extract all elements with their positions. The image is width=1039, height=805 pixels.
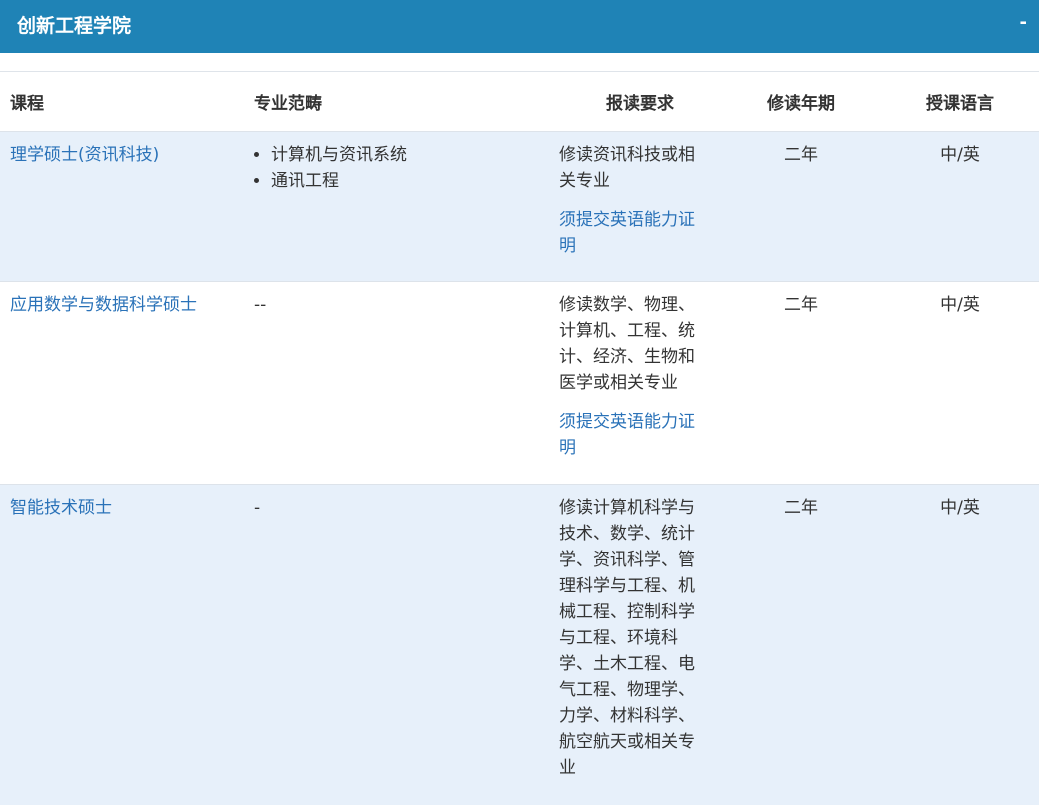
panel-header[interactable]: 创新工程学院 - — [0, 0, 1039, 53]
header-spacer — [0, 53, 1039, 72]
language-requirement-link[interactable]: 须提交英语能力证明 — [559, 409, 699, 461]
table-row: 理学硕士(资讯科技) 计算机与资讯系统 通讯工程 修读资讯科技或相关专业 须提交… — [0, 131, 1039, 282]
years-cell: 二年 — [721, 281, 881, 485]
language-cell: 中/英 — [881, 131, 1039, 282]
scope-cell: - — [244, 484, 549, 805]
course-link[interactable]: 应用数学与数据科学硕士 — [0, 281, 244, 485]
course-link[interactable]: 理学硕士(资讯科技) — [0, 131, 244, 282]
scope-cell: -- — [244, 281, 549, 485]
requirement-cell: 修读数学、物理、计算机、工程、统计、经济、生物和医学或相关专业 须提交英语能力证… — [549, 281, 721, 485]
column-header-course: 课程 — [0, 72, 244, 132]
years-cell: 二年 — [721, 484, 881, 805]
column-header-requirement: 报读要求 — [549, 72, 721, 132]
years-cell: 二年 — [721, 131, 881, 282]
table-row: 智能技术硕士 - 修读计算机科学与技术、数学、统计学、资讯科学、管理科学与工程、… — [0, 484, 1039, 805]
language-requirement-link[interactable]: 须提交英语能力证明 — [559, 207, 699, 259]
scope-list: 计算机与资讯系统 通讯工程 — [254, 142, 539, 194]
requirement-cell: 修读资讯科技或相关专业 须提交英语能力证明 — [549, 131, 721, 282]
requirement-text: 修读资讯科技或相关专业 — [559, 145, 695, 191]
column-header-years: 修读年期 — [721, 72, 881, 132]
scope-item: 计算机与资讯系统 — [271, 142, 539, 168]
requirement-text: 修读数学、物理、计算机、工程、统计、经济、生物和医学或相关专业 — [559, 295, 695, 393]
scope-cell: 计算机与资讯系统 通讯工程 — [244, 131, 549, 282]
panel-title: 创新工程学院 — [17, 15, 132, 37]
scope-item: 通讯工程 — [271, 168, 539, 194]
table-row: 应用数学与数据科学硕士 -- 修读数学、物理、计算机、工程、统计、经济、生物和医… — [0, 281, 1039, 485]
language-cell: 中/英 — [881, 484, 1039, 805]
table-header-row: 课程 专业范畴 报读要求 修读年期 授课语言 — [0, 72, 1039, 132]
language-cell: 中/英 — [881, 281, 1039, 485]
column-header-scope: 专业范畴 — [244, 72, 549, 132]
programs-table: 课程 专业范畴 报读要求 修读年期 授课语言 理学硕士(资讯科技) 计算机与资讯… — [0, 72, 1039, 805]
requirement-cell: 修读计算机科学与技术、数学、统计学、资讯科学、管理科学与工程、机械工程、控制科学… — [549, 484, 721, 805]
column-header-language: 授课语言 — [881, 72, 1039, 132]
collapse-toggle[interactable]: - — [1020, 9, 1027, 37]
course-link[interactable]: 智能技术硕士 — [0, 484, 244, 805]
requirement-text: 修读计算机科学与技术、数学、统计学、资讯科学、管理科学与工程、机械工程、控制科学… — [559, 498, 695, 778]
